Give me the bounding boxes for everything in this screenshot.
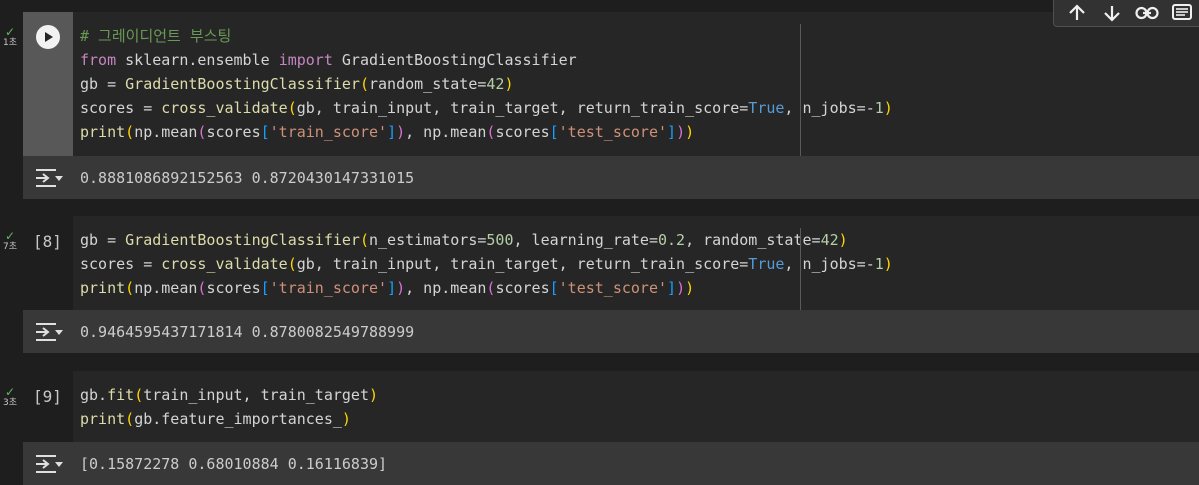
arrow-down-icon [1104, 6, 1120, 22]
cell-3-gutter: [9] [23, 371, 73, 442]
link-icon [1135, 6, 1159, 20]
output-actions-icon[interactable] [34, 453, 64, 475]
cell-3-status: ✓ 3초 [0, 386, 20, 408]
code-line: print(np.mean(scores['train_score']), np… [80, 279, 695, 297]
cell-2-gutter: [8] [23, 216, 73, 310]
cell-3-output-text: [0.15872278 0.68010884 0.16116839] [80, 454, 388, 473]
cell-1-status: ✓ 1초 [0, 26, 20, 48]
code-editor-2[interactable]: gb = GradientBoostingClassifier(n_estima… [80, 228, 893, 300]
code-cell-3[interactable]: [9] gb.fit(train_input, train_target) pr… [23, 371, 1199, 442]
code-line: scores = cross_validate(gb, train_input,… [80, 99, 893, 117]
code-line: from sklearn.ensemble import GradientBoo… [80, 51, 577, 69]
code-line: gb.fit(train_input, train_target) [80, 386, 379, 404]
run-cell-button[interactable] [36, 25, 60, 49]
output-area-1: 0.8881086892152563 0.8720430147331015 [23, 156, 1199, 199]
code-line: # 그레이디언트 부스팅 [80, 27, 232, 45]
check-icon: ✓ [4, 385, 16, 399]
execution-count: [9] [33, 387, 62, 406]
output-actions-icon[interactable] [34, 167, 64, 189]
cell-2-output-text: 0.9464595437171814 0.8780082549788999 [80, 322, 415, 341]
code-line: print(gb.feature_importances_) [80, 410, 351, 428]
output-actions-icon[interactable] [34, 321, 64, 343]
cell-2-status: ✓ 7초 [0, 230, 20, 252]
check-icon: ✓ [4, 25, 16, 39]
comment-icon [1171, 4, 1192, 20]
cell-1-output-text: 0.8881086892152563 0.8720430147331015 [80, 168, 415, 187]
move-cell-down-button[interactable] [1095, 1, 1130, 25]
cell-1-exec-time: 1초 [2, 38, 17, 48]
cell-toolbar [1053, 0, 1199, 27]
line-length-ruler [800, 24, 801, 156]
code-line: gb = GradientBoostingClassifier(n_estima… [80, 231, 848, 249]
arrow-up-icon [1069, 4, 1086, 20]
cell-1-gutter [23, 12, 73, 156]
comment-button[interactable] [1164, 1, 1199, 25]
code-cell-1[interactable]: # 그레이디언트 부스팅 from sklearn.ensemble impor… [23, 12, 1199, 156]
execution-count: [8] [33, 232, 62, 251]
move-cell-up-button[interactable] [1060, 1, 1095, 25]
code-editor-3[interactable]: gb.fit(train_input, train_target) print(… [80, 383, 378, 431]
code-cell-2[interactable]: [8] gb = GradientBoostingClassifier(n_es… [23, 216, 1199, 310]
copy-link-button[interactable] [1130, 1, 1165, 25]
check-icon: ✓ [4, 229, 16, 243]
code-editor-1[interactable]: # 그레이디언트 부스팅 from sklearn.ensemble impor… [80, 24, 893, 144]
code-line: print(np.mean(scores['train_score']), np… [80, 123, 695, 141]
cell-3-exec-time: 3초 [2, 398, 17, 408]
code-line: scores = cross_validate(gb, train_input,… [80, 255, 893, 273]
notebook: ✓ 1초 # 그레이디언트 부스팅 from sklearn.ensemble … [0, 0, 1199, 485]
play-icon [45, 32, 53, 42]
output-area-3: [0.15872278 0.68010884 0.16116839] [23, 442, 1199, 485]
cell-2-exec-time: 7초 [2, 242, 17, 252]
output-area-2: 0.9464595437171814 0.8780082549788999 [23, 310, 1199, 353]
line-length-ruler [800, 228, 801, 310]
code-line: gb = GradientBoostingClassifier(random_s… [80, 75, 514, 93]
